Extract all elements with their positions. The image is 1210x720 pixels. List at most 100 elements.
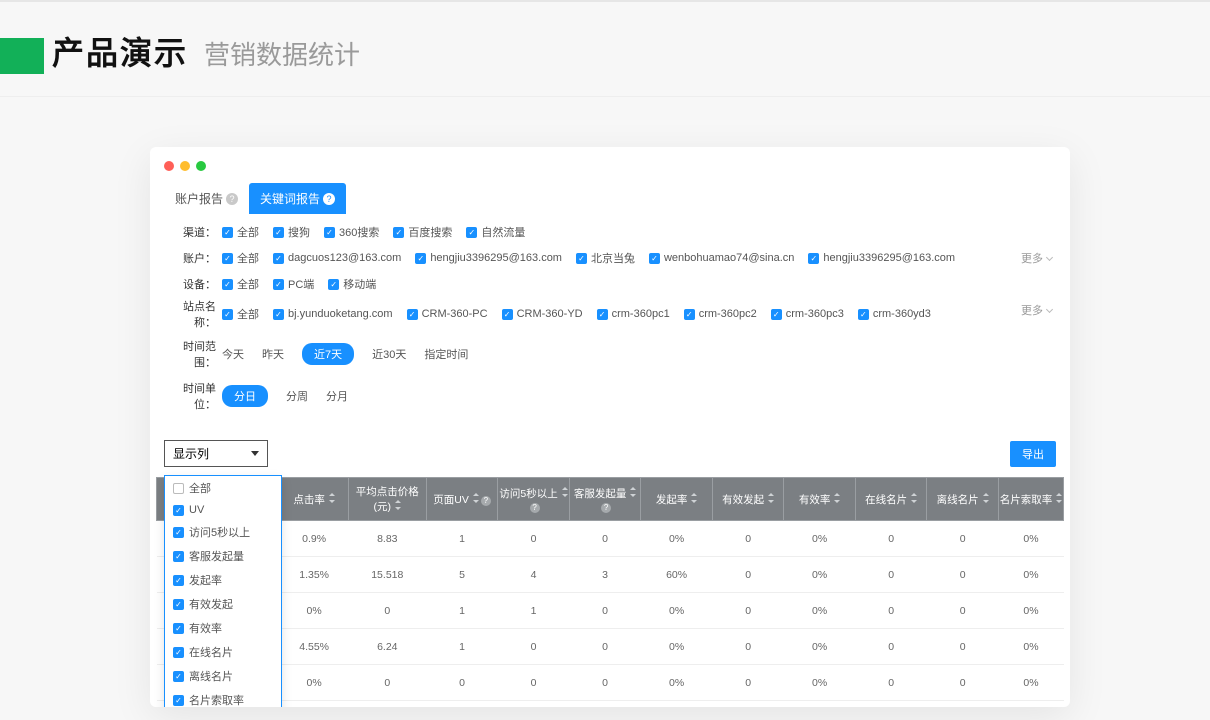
cell: 0%: [280, 665, 348, 701]
column-header[interactable]: 名片索取率: [998, 478, 1063, 521]
time-option[interactable]: 近7天: [302, 343, 354, 365]
filter-checkbox[interactable]: ✓hengjiu3396295@163.com: [415, 252, 562, 264]
cell: 15.518: [348, 557, 426, 593]
filter-checkbox[interactable]: ✓crm-360pc2: [684, 308, 757, 320]
time-option[interactable]: 分日: [222, 385, 268, 407]
filter-checkbox[interactable]: ✓CRM-360-YD: [502, 308, 583, 320]
help-icon[interactable]: ?: [323, 193, 335, 205]
filter-checkbox[interactable]: ✓360搜索: [324, 224, 379, 240]
filter-panel: 渠道： ✓全部✓搜狗✓360搜索✓百度搜索✓自然流量 账户： ✓全部✓dagcu…: [150, 214, 1070, 412]
columns-dropdown[interactable]: 显示列: [164, 440, 268, 467]
minimize-icon[interactable]: [180, 161, 190, 171]
column-option[interactable]: ✓离线名片: [165, 664, 281, 688]
filter-checkbox[interactable]: ✓wenbohuamao74@sina.cn: [649, 252, 794, 264]
tab-account-report[interactable]: 账户报告 ?: [164, 183, 249, 214]
time-option[interactable]: 分月: [326, 388, 348, 404]
cell: 0: [712, 629, 784, 665]
app-window: 账户报告 ? 关键词报告 ? 渠道： ✓全部✓搜狗✓360搜索✓百度搜索✓自然流…: [150, 147, 1070, 707]
filter-checkbox[interactable]: ✓自然流量: [466, 224, 525, 240]
time-option[interactable]: 指定时间: [424, 346, 468, 362]
filter-checkbox[interactable]: ✓PC端: [273, 276, 314, 292]
cell: 1: [426, 521, 498, 557]
table-row: bj-云朵课堂0%00000%00%000%: [157, 665, 1064, 701]
help-icon[interactable]: ?: [530, 503, 540, 513]
close-icon[interactable]: [164, 161, 174, 171]
column-option[interactable]: ✓有效率: [165, 616, 281, 640]
column-header[interactable]: 发起率: [641, 478, 713, 521]
table-row: bj-云朵课堂0.9%8.831000%00%000%: [157, 521, 1064, 557]
sort-icon: [909, 493, 917, 503]
export-button[interactable]: 导出: [1010, 441, 1056, 467]
cell: 0%: [784, 593, 856, 629]
column-option[interactable]: ✓UV: [165, 500, 281, 520]
sort-icon: [981, 493, 989, 503]
tab-keyword-report[interactable]: 关键词报告 ?: [249, 183, 346, 214]
column-option[interactable]: ✓发起率: [165, 568, 281, 592]
cell: 4.55%: [280, 629, 348, 665]
column-option[interactable]: ✓在线名片: [165, 640, 281, 664]
column-header[interactable]: 在线名片: [855, 478, 927, 521]
filter-checkbox[interactable]: ✓crm-360yd3: [858, 308, 931, 320]
filter-checkbox[interactable]: ✓CRM-360-PC: [407, 308, 488, 320]
filter-label: 时间单位：: [164, 380, 222, 412]
help-icon[interactable]: ?: [601, 503, 611, 513]
filter-checkbox[interactable]: ✓全部: [222, 250, 259, 266]
column-header[interactable]: 有效发起: [712, 478, 784, 521]
filter-checkbox[interactable]: ✓搜狗: [273, 224, 310, 240]
cell: 0%: [641, 629, 713, 665]
filter-checkbox[interactable]: ✓全部: [222, 306, 259, 322]
time-option[interactable]: 今天: [222, 346, 244, 362]
more-button[interactable]: 更多: [1021, 250, 1052, 266]
cell: 0: [927, 665, 999, 701]
cell: 0: [712, 557, 784, 593]
time-option[interactable]: 昨天: [262, 346, 284, 362]
column-header[interactable]: 访问5秒以上?: [498, 478, 570, 521]
sort-icon: [471, 493, 479, 503]
help-icon[interactable]: ?: [481, 496, 491, 506]
column-header[interactable]: 点击率: [280, 478, 348, 521]
time-option[interactable]: 近30天: [372, 346, 406, 362]
filter-checkbox[interactable]: ✓crm-360pc1: [597, 308, 670, 320]
filter-checkbox[interactable]: ✓dagcuos123@163.com: [273, 252, 401, 264]
cell: 1: [426, 629, 498, 665]
filter-items: 分日 分周 分月: [222, 385, 1056, 407]
filter-checkbox[interactable]: ✓全部: [222, 224, 259, 240]
filter-checkbox[interactable]: ✓hengjiu3396295@163.com: [808, 252, 955, 264]
report-tabs: 账户报告 ? 关键词报告 ?: [150, 173, 1070, 214]
column-option[interactable]: ✓有效发起: [165, 592, 281, 616]
cell: 0%: [784, 665, 856, 701]
header-accent: [0, 38, 44, 74]
column-header[interactable]: 离线名片: [927, 478, 999, 521]
dropdown-label: 显示列: [173, 445, 209, 462]
help-icon[interactable]: ?: [226, 193, 238, 205]
page-title: 产品演示: [52, 28, 188, 74]
column-header[interactable]: 页面UV?: [426, 478, 498, 521]
window-titlebar: [150, 147, 1070, 173]
maximize-icon[interactable]: [196, 161, 206, 171]
tab-label: 账户报告: [175, 190, 223, 207]
time-option[interactable]: 分周: [286, 388, 308, 404]
column-header[interactable]: 客服发起量?: [569, 478, 641, 521]
filter-checkbox[interactable]: ✓全部: [222, 276, 259, 292]
column-header[interactable]: 有效率: [784, 478, 856, 521]
cell: 0: [855, 665, 927, 701]
filter-checkbox[interactable]: ✓bj.yunduoketang.com: [273, 308, 393, 320]
column-option[interactable]: 全部: [165, 476, 281, 500]
cell: 4: [498, 557, 570, 593]
cell: 0: [927, 557, 999, 593]
column-option[interactable]: ✓名片索取率: [165, 688, 281, 707]
filter-checkbox[interactable]: ✓crm-360pc3: [771, 308, 844, 320]
column-option[interactable]: ✓客服发起量: [165, 544, 281, 568]
cell: 0%: [784, 521, 856, 557]
filter-checkbox[interactable]: ✓百度搜索: [393, 224, 452, 240]
column-option[interactable]: ✓访问5秒以上: [165, 520, 281, 544]
columns-dropdown-panel: 全部✓UV✓访问5秒以上✓客服发起量✓发起率✓有效发起✓有效率✓在线名片✓离线名…: [164, 475, 282, 707]
more-button[interactable]: 更多: [1021, 302, 1052, 318]
chevron-down-icon: [1046, 306, 1053, 313]
column-header[interactable]: 平均点击价格(元): [348, 478, 426, 521]
caret-down-icon: [251, 451, 259, 456]
filter-row-timeunit: 时间单位： 分日 分周 分月: [164, 380, 1056, 412]
filter-checkbox[interactable]: ✓移动端: [328, 276, 376, 292]
filter-checkbox[interactable]: ✓北京当兔: [576, 250, 635, 266]
sort-icon: [1054, 493, 1062, 503]
